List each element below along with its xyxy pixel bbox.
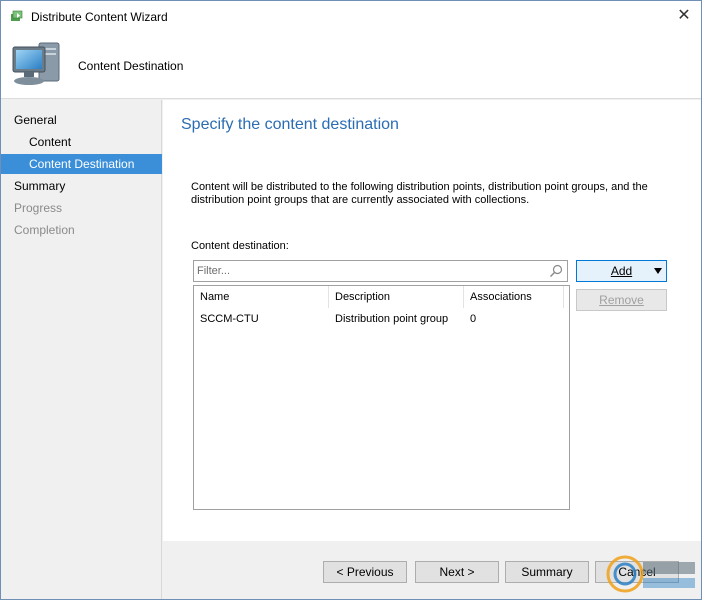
banner-heading: Content Destination: [78, 59, 184, 73]
column-header-description[interactable]: Description: [329, 286, 464, 308]
watermark-logo: [606, 555, 695, 593]
wizard-window: Distribute Content Wizard ✕ Content Dest…: [0, 0, 702, 600]
sidebar-item-general[interactable]: General: [1, 110, 162, 130]
previous-button[interactable]: < Previous: [323, 561, 407, 583]
wizard-content: Specify the content destination Content …: [163, 100, 701, 541]
sidebar-item-content-destination[interactable]: Content Destination: [1, 154, 162, 174]
row-description-cell: Distribution point group: [335, 313, 449, 325]
sidebar-item-progress: Progress: [14, 201, 63, 215]
destination-list[interactable]: Name Description Associations SCCM-CTU D…: [193, 285, 570, 510]
add-button-label: Add: [610, 264, 633, 278]
column-header-name[interactable]: Name: [194, 286, 329, 308]
window-title: Distribute Content Wizard: [31, 10, 168, 24]
remove-button: Remove: [576, 289, 667, 311]
wizard-banner: Content Destination: [1, 31, 701, 99]
add-button[interactable]: Add: [576, 260, 667, 282]
remove-button-label: Remove: [599, 293, 644, 307]
filter-box[interactable]: [193, 260, 568, 282]
wizard-app-icon: [11, 10, 23, 21]
content-destination-label: Content destination:: [191, 240, 289, 252]
row-associations-cell: 0: [470, 313, 477, 325]
next-button[interactable]: Next >: [415, 561, 499, 583]
close-icon[interactable]: ✕: [673, 5, 695, 27]
sidebar-item-summary[interactable]: Summary: [1, 176, 162, 196]
search-icon[interactable]: [549, 264, 563, 278]
filter-input[interactable]: [194, 261, 534, 281]
sidebar-item-content[interactable]: Content: [1, 132, 162, 152]
column-header-associations[interactable]: Associations: [464, 286, 564, 308]
wizard-sidebar: General Content Content Destination Summ…: [1, 100, 162, 599]
description-text: Content will be distributed to the follo…: [191, 181, 648, 206]
page-title: Specify the content destination: [181, 116, 399, 133]
computer-icon: [12, 42, 60, 85]
sidebar-item-completion: Completion: [14, 223, 75, 237]
summary-button[interactable]: Summary: [505, 561, 589, 583]
row-name-cell: SCCM-CTU: [200, 313, 259, 325]
dropdown-arrow-icon: [654, 268, 662, 274]
title-bar: Distribute Content Wizard ✕: [1, 1, 701, 31]
